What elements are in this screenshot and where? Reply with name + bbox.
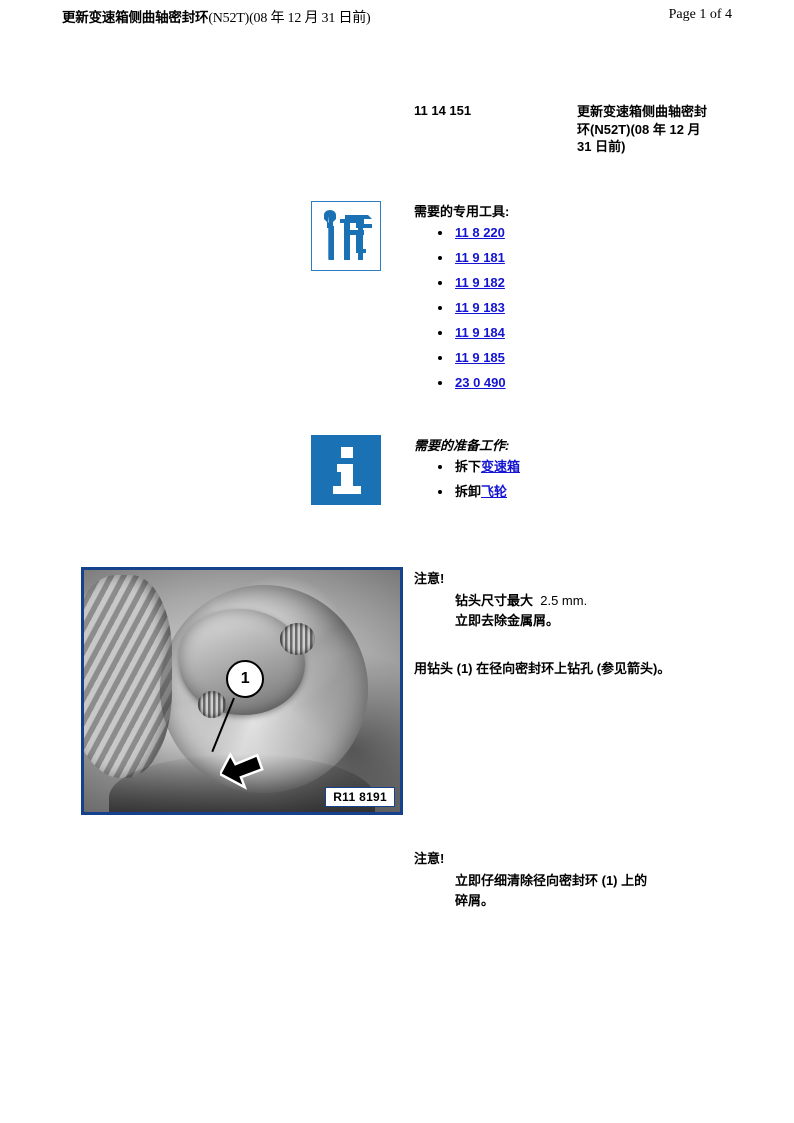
procedure-title: 更新变速箱侧曲轴密封环(N52T)(08 年 12 月 31 日前) — [577, 104, 708, 154]
note-line-value: 2.5 mm. — [540, 593, 588, 608]
list-item: 拆卸飞轮 — [414, 484, 714, 500]
list-item: 11 8 220 — [414, 225, 714, 241]
list-item: 11 9 184 — [414, 325, 714, 341]
prep-prefix: 拆卸 — [455, 484, 482, 499]
instruction-paragraph: 用钻头 (1) 在径向密封环上钻孔 (参见箭头)。 — [414, 661, 671, 676]
tool-link[interactable]: 11 9 182 — [455, 275, 505, 290]
tool-link[interactable]: 23 0 490 — [455, 375, 506, 390]
tool-link[interactable]: 11 9 185 — [455, 350, 505, 365]
list-item: 11 9 183 — [414, 300, 714, 316]
wrench-caliper-icon — [311, 201, 381, 271]
photo-detail-left — [84, 574, 173, 779]
prep-link[interactable]: 飞轮 — [481, 484, 507, 499]
photo-detail-bolt-hole — [197, 691, 227, 718]
note-line: 立即去除金属屑。 — [455, 613, 560, 628]
procedure-number: 11 14 151 — [414, 103, 472, 118]
callout-1: 1 — [226, 659, 265, 698]
special-tools-heading: 需要的专用工具: — [414, 204, 510, 219]
note-block-2: 注意! 立即仔细清除径向密封环 (1) 上的 碎屑。 — [414, 848, 714, 911]
note-line: 钻头尺寸最大 2.5 mm. — [414, 591, 714, 611]
note-line: 碎屑。 — [455, 893, 495, 908]
photo-detail-bolt-hole — [279, 623, 315, 655]
tool-link[interactable]: 11 9 181 — [455, 250, 505, 265]
note-block-1: 注意! 钻头尺寸最大 2.5 mm. 立即去除金属屑。 — [414, 568, 714, 631]
preparatory-work-heading: 需要的准备工作: — [414, 438, 510, 453]
prep-prefix: 拆下 — [455, 459, 482, 474]
tool-link[interactable]: 11 9 183 — [455, 300, 505, 315]
note-title: 注意! — [414, 851, 445, 866]
figure-photo: 1 R11 8191 — [81, 567, 403, 815]
figure-reference-label: R11 8191 — [325, 787, 395, 807]
information-icon — [311, 435, 381, 505]
note-line: 立即仔细清除径向密封环 (1) 上的 — [455, 873, 648, 888]
header-title: 更新变速箱侧曲轴密封环(N52T)(08 年 12 月 31 日前) — [62, 6, 371, 27]
page-header: 更新变速箱侧曲轴密封环(N52T)(08 年 12 月 31 日前) Page … — [0, 6, 794, 30]
list-item: 11 9 182 — [414, 275, 714, 291]
tool-link[interactable]: 11 8 220 — [455, 225, 505, 240]
header-title-cjk: 更新变速箱侧曲轴密封环 — [62, 10, 209, 25]
prep-link[interactable]: 变速箱 — [481, 459, 520, 474]
list-item: 11 9 181 — [414, 250, 714, 266]
note-line-text: 钻头尺寸最大 — [455, 593, 534, 608]
special-tools-list: 11 8 220 11 9 181 11 9 182 11 9 183 11 9… — [414, 225, 714, 391]
header-title-latin: (N52T)(08 年 12 月 31 日前) — [208, 11, 371, 26]
preparatory-work-list: 拆下变速箱 拆卸飞轮 — [414, 459, 714, 500]
preparatory-work-body: 需要的准备工作: 拆下变速箱 拆卸飞轮 — [414, 435, 714, 509]
special-tools-body: 需要的专用工具: 11 8 220 11 9 181 11 9 182 11 9… — [414, 201, 714, 400]
list-item: 拆下变速箱 — [414, 459, 714, 475]
page-indicator: Page 1 of 4 — [668, 7, 732, 22]
note-title: 注意! — [414, 571, 445, 586]
tool-link[interactable]: 11 9 184 — [455, 325, 505, 340]
list-item: 23 0 490 — [414, 375, 714, 391]
list-item: 11 9 185 — [414, 350, 714, 366]
